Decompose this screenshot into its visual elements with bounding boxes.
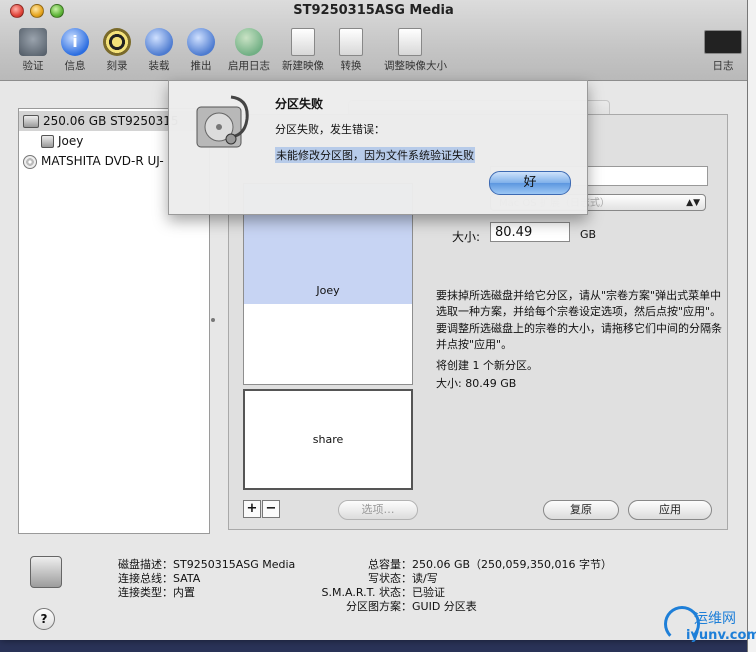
- sidebar-item-label: 250.06 GB ST9250315: [43, 114, 179, 128]
- size-unit: GB: [580, 228, 597, 241]
- new-image-icon: [291, 28, 315, 56]
- add-partition-button[interactable]: +: [243, 500, 261, 518]
- optical-disc-icon: [23, 154, 37, 169]
- size-label: 大小:: [452, 230, 481, 244]
- total-capacity: 总容量：250.06 GB（250,059,350,016 字节）: [368, 558, 613, 571]
- watermark: 运维网 iyunv.com: [650, 606, 756, 650]
- partition-label: share: [312, 433, 344, 446]
- toolbar: 验证 i 信息 刻录 装载 推出 启用日志 新建映像 转换 调整映像大小 日志: [0, 26, 747, 78]
- sidebar-item-optical[interactable]: MATSHITA DVD-R UJ-: [19, 151, 164, 171]
- eject-icon: [187, 28, 215, 56]
- watermark-url: iyunv.com: [686, 628, 756, 643]
- watermark-text: 运维网: [694, 611, 736, 627]
- info-icon: i: [61, 28, 89, 56]
- dialog-title: 分区失败: [275, 97, 324, 111]
- convert-label: 转换: [340, 60, 362, 72]
- volume-icon: [41, 135, 54, 148]
- ok-button[interactable]: 好: [489, 171, 571, 195]
- disk-utility-window: ST9250315ASG Media 验证 i 信息 刻录 装载 推出 启用日志…: [0, 0, 747, 640]
- connection-bus: 连接总线：SATA: [118, 572, 201, 585]
- journal-icon: [235, 28, 263, 56]
- smart-status: S.M.A.R.T. 状态：已验证: [321, 586, 445, 599]
- background-window-edge: [747, 0, 756, 652]
- help-text-1: 要抹掉所选磁盘并给它分区，请从"宗卷方案"弹出式菜单中选取一种方案，并给每个宗卷…: [436, 289, 722, 318]
- window-title: ST9250315ASG Media: [293, 3, 454, 18]
- size-input[interactable]: 80.49: [490, 222, 570, 242]
- chevron-updown-icon: ▲▼: [686, 198, 700, 208]
- partition-scheme: 分区图方案：GUID 分区表: [346, 600, 477, 613]
- resize-image-icon: [398, 28, 422, 56]
- sidebar-item-label: MATSHITA DVD-R UJ-: [41, 154, 164, 168]
- resize-image-button[interactable]: 调整映像大小: [384, 26, 447, 73]
- convert-icon: [339, 28, 363, 56]
- convert-button[interactable]: 转换: [325, 26, 377, 73]
- summary-text: 将创建 1 个新分区。: [436, 359, 538, 372]
- summary-size: 大小: 80.49 GB: [436, 376, 517, 390]
- dialog-message: 分区失败，发生错误：: [275, 123, 385, 136]
- partition-share[interactable]: share: [243, 389, 413, 490]
- connection-type: 连接类型：内置: [118, 586, 195, 599]
- apply-button[interactable]: 应用: [628, 500, 712, 520]
- remove-partition-button[interactable]: −: [262, 500, 280, 518]
- options-button[interactable]: 选项…: [338, 500, 418, 520]
- mount-icon: [145, 28, 173, 56]
- partition-map[interactable]: Joey share: [243, 183, 413, 490]
- eject-label: 推出: [190, 60, 212, 72]
- split-view-handle[interactable]: [211, 318, 215, 322]
- log-icon: [704, 30, 742, 54]
- help-button[interactable]: ?: [33, 608, 55, 630]
- hard-disk-icon: [30, 556, 62, 588]
- resize-image-label: 调整映像大小: [384, 60, 447, 72]
- dialog-detail[interactable]: 未能修改分区图，因为文件系统验证失败: [275, 147, 475, 163]
- new-image-button[interactable]: 新建映像: [277, 26, 329, 73]
- disk-utility-icon: [196, 95, 249, 148]
- log-label: 日志: [712, 60, 734, 72]
- partition-label: Joey: [316, 284, 340, 297]
- hard-disk-icon: [23, 115, 39, 128]
- disk-info-bar: ? 磁盘描述：ST9250315ASG Media 连接总线：SATA 连接类型…: [0, 542, 747, 640]
- log-button[interactable]: 日志: [697, 26, 747, 73]
- disk-description: 磁盘描述：ST9250315ASG Media: [118, 558, 296, 571]
- title-bar: ST9250315ASG Media 验证 i 信息 刻录 装载 推出 启用日志…: [0, 0, 747, 81]
- enable-journal-label: 启用日志: [228, 60, 270, 72]
- burn-icon: [103, 28, 131, 56]
- error-dialog: 分区失败 分区失败，发生错误： 未能修改分区图，因为文件系统验证失败 好: [168, 80, 588, 215]
- microscope-icon: [19, 28, 47, 56]
- revert-button[interactable]: 复原: [543, 500, 619, 520]
- write-status: 写状态：读/写: [368, 572, 438, 585]
- partition-help: 要抹掉所选磁盘并给它分区，请从"宗卷方案"弹出式菜单中选取一种方案，并给每个宗卷…: [436, 288, 726, 393]
- sidebar-item-label: Joey: [58, 134, 84, 148]
- help-text-2: 要调整所选磁盘上的宗卷的大小，请拖移它们中间的分隔条并点按"应用"。: [436, 322, 722, 351]
- enable-journal-button[interactable]: 启用日志: [223, 26, 275, 73]
- new-image-label: 新建映像: [282, 60, 324, 72]
- sidebar-item-volume[interactable]: Joey: [19, 131, 83, 151]
- eject-button[interactable]: 推出: [175, 26, 227, 73]
